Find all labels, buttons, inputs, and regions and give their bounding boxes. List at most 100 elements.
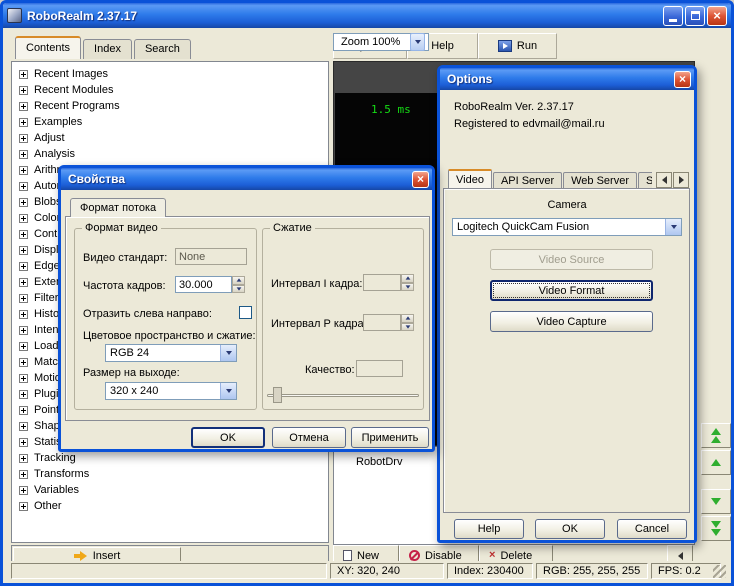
tree-item[interactable]: Other [12, 498, 328, 514]
expand-icon[interactable] [19, 502, 28, 511]
expand-icon[interactable] [19, 230, 28, 239]
tab-scroll-left-button[interactable] [656, 172, 672, 188]
output-size-select[interactable]: 320 x 240 [105, 382, 237, 400]
spin-down-button[interactable] [401, 323, 414, 332]
spin-up-button[interactable] [401, 314, 414, 323]
tree-item[interactable]: Transforms [12, 466, 328, 482]
chevron-down-icon[interactable] [410, 33, 425, 51]
left-arrow-icon [678, 552, 683, 560]
video-capture-button[interactable]: Video Capture [490, 311, 653, 332]
camera-select[interactable]: Logitech QuickCam Fusion [452, 218, 682, 236]
flip-checkbox[interactable] [239, 306, 252, 319]
tab-contents[interactable]: Contents [15, 36, 81, 59]
expand-icon[interactable] [19, 246, 28, 255]
slider-thumb[interactable] [273, 387, 282, 403]
spin-down-button[interactable] [401, 283, 414, 292]
dialog-close-button[interactable]: × [674, 71, 691, 88]
run-button[interactable]: Run [478, 33, 557, 59]
expand-icon[interactable] [19, 182, 28, 191]
move-top-button[interactable] [701, 423, 731, 448]
expand-icon[interactable] [19, 118, 28, 127]
tree-item[interactable]: Variables [12, 482, 328, 498]
slider-track [267, 394, 419, 397]
resize-grip[interactable] [713, 565, 726, 578]
close-icon: × [417, 172, 424, 186]
expand-icon[interactable] [19, 454, 28, 463]
tab-web-server[interactable]: Web Server [563, 172, 637, 189]
tree-item[interactable]: Analysis [12, 146, 328, 162]
up-arrow-icon [405, 277, 410, 280]
colorspace-select[interactable]: RGB 24 [105, 344, 237, 362]
quality-slider[interactable] [267, 387, 419, 404]
expand-icon[interactable] [19, 390, 28, 399]
spin-up-button[interactable] [401, 274, 414, 283]
chevron-down-icon[interactable] [220, 383, 236, 399]
expand-icon[interactable] [19, 326, 28, 335]
quality-input [356, 360, 403, 377]
tab-search[interactable]: Search [134, 39, 191, 59]
expand-icon[interactable] [19, 358, 28, 367]
move-bottom-button[interactable] [701, 516, 731, 541]
tree-item[interactable]: Recent Modules [12, 82, 328, 98]
ok-button[interactable]: OK [191, 427, 265, 448]
move-down-button[interactable] [701, 489, 731, 514]
video-format-button[interactable]: Video Format [490, 280, 653, 301]
tab-scroll-right-button[interactable] [673, 172, 689, 188]
close-button[interactable]: × [707, 6, 727, 26]
expand-icon[interactable] [19, 310, 28, 319]
expand-icon[interactable] [19, 422, 28, 431]
tab-api-server[interactable]: API Server [493, 172, 562, 189]
camera-value: Logitech QuickCam Fusion [453, 221, 665, 233]
expand-icon[interactable] [19, 198, 28, 207]
chevron-down-icon[interactable] [665, 219, 681, 235]
dialog-title-bar[interactable]: Options × [440, 68, 694, 90]
cancel-button[interactable]: Cancel [617, 519, 687, 539]
expand-icon[interactable] [19, 470, 28, 479]
group-title: Формат видео [82, 222, 161, 234]
tree-item[interactable]: Recent Images [12, 66, 328, 82]
video-source-button[interactable]: Video Source [490, 249, 653, 270]
status-message-cell [11, 563, 327, 579]
status-xy: XY: 320, 240 [330, 563, 444, 579]
apply-button[interactable]: Применить [351, 427, 429, 448]
dialog-close-button[interactable]: × [412, 171, 429, 188]
help-button[interactable]: Help [454, 519, 524, 539]
move-up-button[interactable] [701, 450, 731, 475]
frame-rate-input[interactable]: 30.000 [175, 276, 232, 293]
expand-icon[interactable] [19, 214, 28, 223]
expand-icon[interactable] [19, 486, 28, 495]
tab-index[interactable]: Index [83, 39, 132, 59]
zoom-select[interactable]: Zoom 100% [333, 33, 429, 51]
tab-start[interactable]: Start [638, 172, 652, 189]
expand-icon[interactable] [19, 262, 28, 271]
expand-icon[interactable] [19, 102, 28, 111]
tab-video[interactable]: Video [448, 169, 492, 189]
expand-icon[interactable] [19, 150, 28, 159]
expand-icon[interactable] [19, 342, 28, 351]
expand-icon[interactable] [19, 166, 28, 175]
expand-icon[interactable] [19, 70, 28, 79]
title-bar[interactable]: RoboRealm 2.37.17 × [3, 3, 731, 28]
expand-icon[interactable] [19, 374, 28, 383]
maximize-button[interactable] [685, 6, 705, 26]
tree-item[interactable]: Adjust [12, 130, 328, 146]
expand-icon[interactable] [19, 86, 28, 95]
spin-up-button[interactable] [232, 276, 245, 285]
dialog-title-bar[interactable]: Свойства × [61, 168, 432, 190]
cancel-button[interactable]: Отмена [272, 427, 346, 448]
tree-item[interactable]: Tracking [12, 450, 328, 466]
expand-icon[interactable] [19, 294, 28, 303]
tree-item[interactable]: Examples [12, 114, 328, 130]
chevron-down-icon[interactable] [220, 345, 236, 361]
tab-stream-format[interactable]: Формат потока [70, 198, 166, 217]
spin-down-button[interactable] [232, 285, 245, 294]
expand-icon[interactable] [19, 278, 28, 287]
video-tab-page [443, 188, 690, 513]
expand-icon[interactable] [19, 406, 28, 415]
minimize-button[interactable] [663, 6, 683, 26]
ok-button[interactable]: OK [535, 519, 605, 539]
tree-item[interactable]: Recent Programs [12, 98, 328, 114]
expand-icon[interactable] [19, 438, 28, 447]
expand-icon[interactable] [19, 134, 28, 143]
maximize-icon [691, 11, 700, 20]
